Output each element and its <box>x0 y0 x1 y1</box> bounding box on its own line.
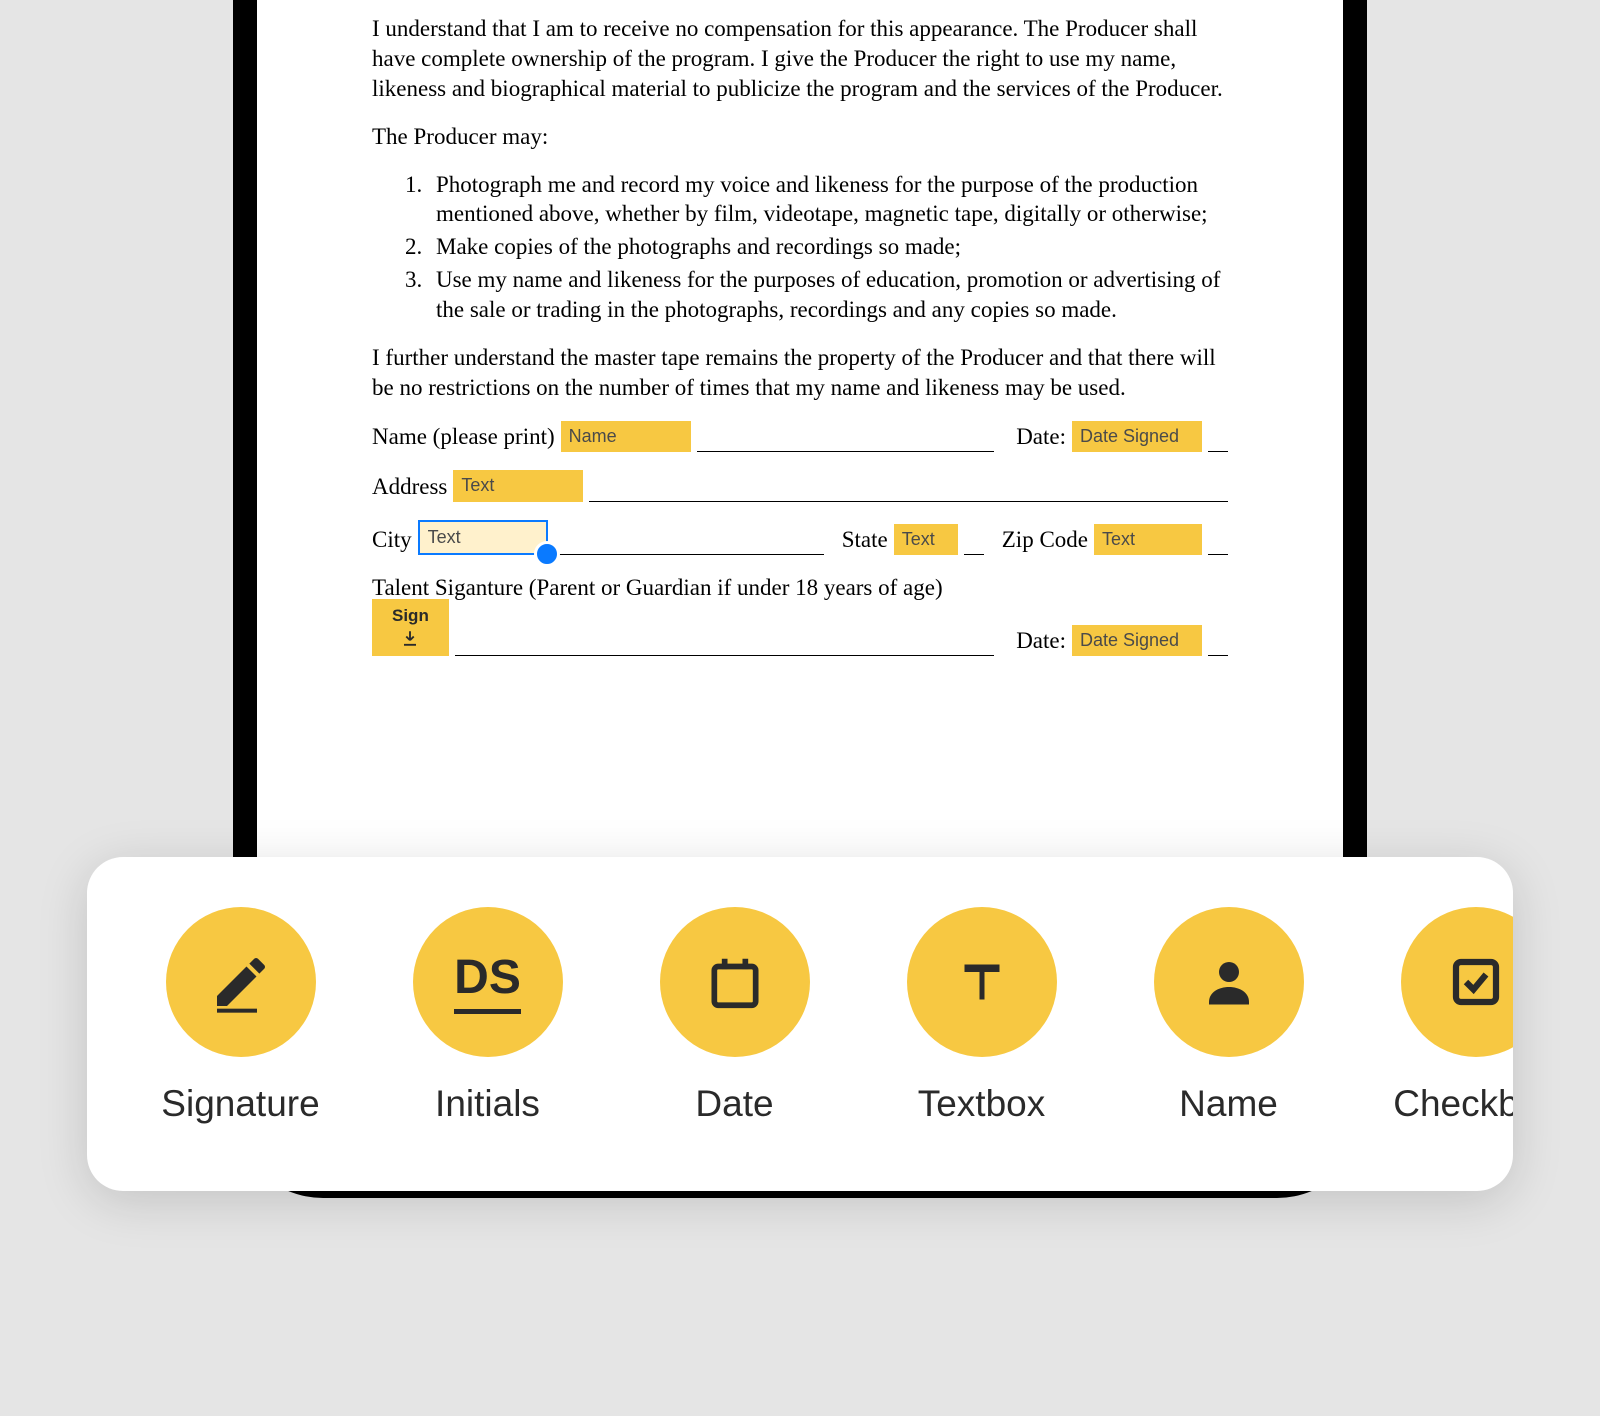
document-content[interactable]: I understand that I am to receive no com… <box>257 0 1343 714</box>
tool-label: Checkbox <box>1393 1083 1513 1125</box>
form-row-signature: Sign Date: Date Signed <box>372 599 1228 656</box>
state-field-tag[interactable]: Text <box>894 524 958 555</box>
tool-label: Signature <box>161 1083 319 1125</box>
initials-text: DS <box>454 950 521 1014</box>
tool-textbox[interactable]: Textbox <box>858 907 1105 1125</box>
address-underline <box>589 501 1228 502</box>
city-field-tag-text: Text <box>428 527 461 547</box>
tool-checkbox[interactable]: Checkbox <box>1352 907 1513 1125</box>
tool-date[interactable]: Date <box>611 907 858 1125</box>
person-icon <box>1154 907 1304 1057</box>
address-label: Address <box>372 472 447 502</box>
initials-icon: DS <box>413 907 563 1057</box>
tool-label: Name <box>1179 1083 1278 1125</box>
date-label: Date: <box>1016 422 1066 452</box>
date-signed-field-tag[interactable]: Date Signed <box>1072 421 1202 452</box>
download-icon <box>392 629 429 650</box>
date2-label: Date: <box>1016 626 1066 656</box>
zip-underline <box>1208 554 1228 555</box>
list-item: Use my name and likeness for the purpose… <box>428 265 1228 325</box>
zip-field-tag[interactable]: Text <box>1094 524 1202 555</box>
field-toolbar[interactable]: Signature DS Initials Date Textbox Name … <box>87 857 1513 1191</box>
date2-underline <box>1208 655 1228 656</box>
address-field-tag[interactable]: Text <box>453 470 583 501</box>
paragraph-compensation: I understand that I am to receive no com… <box>372 14 1228 104</box>
tool-name[interactable]: Name <box>1105 907 1352 1125</box>
date-signed2-field-tag[interactable]: Date Signed <box>1072 625 1202 656</box>
tool-initials[interactable]: DS Initials <box>364 907 611 1125</box>
form-row-city-state-zip: City Text State Text Zip Code Text <box>372 520 1228 555</box>
signature-underline <box>455 655 994 656</box>
checkbox-icon <box>1401 907 1514 1057</box>
state-underline <box>964 554 984 555</box>
text-icon <box>907 907 1057 1057</box>
producer-rights-list: Photograph me and record my voice and li… <box>428 170 1228 325</box>
form-row-name-date: Name (please print) Name Date: Date Sign… <box>372 421 1228 452</box>
city-field-tag-selected[interactable]: Text <box>418 520 548 555</box>
list-item: Photograph me and record my voice and li… <box>428 170 1228 230</box>
date-underline <box>1208 451 1228 452</box>
tool-label: Textbox <box>918 1083 1046 1125</box>
zip-label: Zip Code <box>1002 525 1088 555</box>
calendar-icon <box>660 907 810 1057</box>
list-item: Make copies of the photographs and recor… <box>428 232 1228 262</box>
paragraph-master-tape: I further understand the master tape rem… <box>372 343 1228 403</box>
name-underline <box>697 451 995 452</box>
sign-field-tag-label: Sign <box>392 605 429 627</box>
name-print-label: Name (please print) <box>372 422 555 452</box>
selection-handle[interactable] <box>534 541 560 567</box>
city-underline <box>554 554 824 555</box>
form-row-address: Address Text <box>372 470 1228 501</box>
sign-field-tag[interactable]: Sign <box>372 599 449 656</box>
tool-label: Date <box>695 1083 773 1125</box>
name-field-tag[interactable]: Name <box>561 421 691 452</box>
state-label: State <box>842 525 888 555</box>
paragraph-producer-may: The Producer may: <box>372 122 1228 152</box>
signature-icon <box>166 907 316 1057</box>
tool-signature[interactable]: Signature <box>117 907 364 1125</box>
tool-label: Initials <box>435 1083 540 1125</box>
city-label: City <box>372 525 412 555</box>
